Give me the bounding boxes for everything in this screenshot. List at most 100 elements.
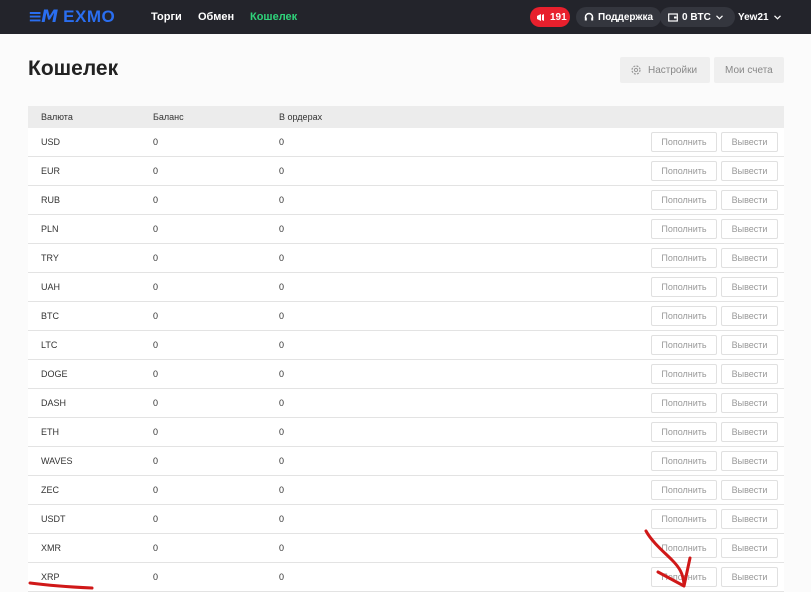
withdraw-button[interactable]: Вывести [721,422,778,442]
table-row: ETH 0 0 Пополнить Вывести [28,418,784,447]
withdraw-button[interactable]: Вывести [721,538,778,558]
deposit-button[interactable]: Пополнить [651,364,717,384]
withdraw-button[interactable]: Вывести [721,161,778,181]
deposit-button[interactable]: Пополнить [651,538,717,558]
withdraw-button[interactable]: Вывести [721,190,778,210]
balance-cell: 0 [153,398,159,408]
table-row: PLN 0 0 Пополнить Вывести [28,215,784,244]
table-row: BTC 0 0 Пополнить Вывести [28,302,784,331]
megaphone-icon [537,13,544,21]
withdraw-button[interactable]: Вывести [721,509,778,529]
balance-cell: 0 [153,340,159,350]
withdraw-button[interactable]: Вывести [721,567,778,587]
currency-cell: USD [41,137,61,147]
deposit-button[interactable]: Пополнить [651,451,717,471]
chevron-down-icon [773,14,781,20]
top-navigation-bar: ≡M EXMO Торги Обмен Кошелек 191 Поддержк… [0,0,811,34]
balance-cell: 0 [153,253,159,263]
balance-cell: 0 [153,369,159,379]
in-orders-cell: 0 [279,427,285,437]
brand-name: EXMO [63,7,116,26]
notifications-button[interactable]: 191 [530,7,570,27]
deposit-button[interactable]: Пополнить [651,509,717,529]
table-row: TRY 0 0 Пополнить Вывести [28,244,784,273]
deposit-button[interactable]: Пополнить [651,335,717,355]
withdraw-button[interactable]: Вывести [721,306,778,326]
table-row: WAVES 0 0 Пополнить Вывести [28,447,784,476]
table-row: LTC 0 0 Пополнить Вывести [28,331,784,360]
in-orders-cell: 0 [279,572,285,582]
currency-cell: EUR [41,166,61,176]
table-row: UAH 0 0 Пополнить Вывести [28,273,784,302]
withdraw-button[interactable]: Вывести [721,248,778,268]
withdraw-button[interactable]: Вывести [721,364,778,384]
table-row: USD 0 0 Пополнить Вывести [28,128,784,157]
nav-wallet[interactable]: Кошелек [250,11,297,23]
deposit-button[interactable]: Пополнить [651,480,717,500]
balance-cell: 0 [153,427,159,437]
currency-cell: XRP [41,572,60,582]
withdraw-button[interactable]: Вывести [721,335,778,355]
headset-icon [584,12,594,21]
withdraw-button[interactable]: Вывести [721,480,778,500]
deposit-button[interactable]: Пополнить [651,567,717,587]
in-orders-cell: 0 [279,485,285,495]
settings-label: Настройки [648,64,698,76]
deposit-button[interactable]: Пополнить [651,306,717,326]
chevron-down-icon [715,14,723,20]
currency-cell: DASH [41,398,67,408]
notifications-count: 191 [550,11,567,23]
in-orders-cell: 0 [279,398,285,408]
withdraw-button[interactable]: Вывести [721,219,778,239]
support-button[interactable]: Поддержка [576,7,662,27]
exmo-logo[interactable]: ≡M EXMO [28,7,115,27]
column-header-currency: Валюта [41,112,73,122]
exmo-logo-mark-icon: ≡M [28,7,58,27]
table-row: RUB 0 0 Пополнить Вывести [28,186,784,215]
in-orders-cell: 0 [279,543,285,553]
balance-cell: 0 [153,572,159,582]
currency-cell: ETH [41,427,59,437]
table-row: ZEC 0 0 Пополнить Вывести [28,476,784,505]
in-orders-cell: 0 [279,456,285,466]
deposit-button[interactable]: Пополнить [651,190,717,210]
user-menu[interactable]: Yew21 [730,7,793,27]
column-header-balance: Баланс [153,112,184,122]
my-accounts-button[interactable]: Мои счета [714,57,784,83]
nav-exchange[interactable]: Обмен [198,11,234,23]
in-orders-cell: 0 [279,195,285,205]
table-row: DOGE 0 0 Пополнить Вывести [28,360,784,389]
table-row: XMR 0 0 Пополнить Вывести [28,534,784,563]
nav-trading[interactable]: Торги [151,11,182,23]
withdraw-button[interactable]: Вывести [721,277,778,297]
deposit-button[interactable]: Пополнить [651,422,717,442]
balance-cell: 0 [153,137,159,147]
deposit-button[interactable]: Пополнить [651,393,717,413]
withdraw-button[interactable]: Вывести [721,132,778,152]
currency-cell: ZEC [41,485,59,495]
table-row: DASH 0 0 Пополнить Вывести [28,389,784,418]
deposit-button[interactable]: Пополнить [651,219,717,239]
currency-cell: DOGE [41,369,68,379]
balance-cell: 0 [153,485,159,495]
deposit-button[interactable]: Пополнить [651,132,717,152]
wallet-table: Валюта Баланс В ордерах USD 0 0 Пополнить Вы… [28,106,784,592]
deposit-button[interactable]: Пополнить [651,277,717,297]
withdraw-button[interactable]: Вывести [721,393,778,413]
in-orders-cell: 0 [279,224,285,234]
in-orders-cell: 0 [279,340,285,350]
in-orders-cell: 0 [279,514,285,524]
currency-cell: USDT [41,514,66,524]
deposit-button[interactable]: Пополнить [651,248,717,268]
table-header: Валюта Баланс В ордерах [28,106,784,128]
balance-dropdown[interactable]: 0 BTC [660,7,735,27]
in-orders-cell: 0 [279,166,285,176]
gear-icon [631,65,641,75]
currency-cell: XMR [41,543,61,553]
settings-button[interactable]: Настройки [620,57,710,83]
balance-cell: 0 [153,514,159,524]
deposit-button[interactable]: Пополнить [651,161,717,181]
currency-cell: LTC [41,340,58,350]
withdraw-button[interactable]: Вывести [721,451,778,471]
page-title: Кошелек [28,57,119,80]
